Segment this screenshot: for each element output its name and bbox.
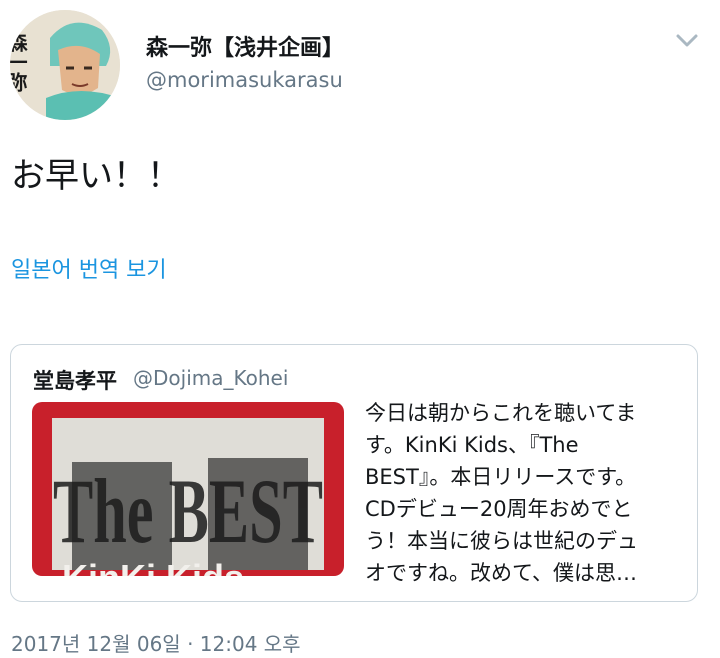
- quote-media-image[interactable]: The BEST KinKi Kids: [32, 402, 344, 576]
- quote-text-line: う！本当に彼らは世紀のデュ: [365, 529, 638, 553]
- author-display-name[interactable]: 森一弥【浅井企画】: [146, 30, 344, 62]
- avatar-calligraphy: 森一弥: [10, 31, 28, 92]
- album-cover-photo: The BEST KinKi Kids: [32, 402, 344, 576]
- quote-text-line: オですね。改めて、僕は思…: [365, 561, 637, 585]
- quote-text: 今日は朝からこれを聴いてま す。KinKi Kids、『The BEST』。本日…: [365, 397, 683, 589]
- quote-author-handle: @Dojima_Kohei: [133, 366, 289, 390]
- quoted-tweet[interactable]: 堂島孝平 @Dojima_Kohei The BEST KinKi Kids 今…: [10, 344, 698, 602]
- quote-author-name: 堂島孝平: [33, 369, 117, 393]
- avatar[interactable]: 森一弥: [10, 10, 120, 120]
- translate-link[interactable]: 일본어 번역 보기: [11, 252, 167, 284]
- album-title-text: The BEST: [53, 460, 323, 562]
- tweet-timestamp[interactable]: 2017년 12월 06일 · 12:04 오후: [11, 628, 301, 657]
- album-subtitle-text: KinKi Kids: [62, 557, 244, 576]
- quote-text-line: BEST』。本日リリースです。: [365, 465, 637, 489]
- quote-text-line: す。KinKi Kids、『The: [365, 433, 579, 457]
- tweet-text: お早い！！: [11, 156, 181, 196]
- author-handle[interactable]: @morimasukarasu: [146, 68, 343, 92]
- avatar-illustration: 森一弥: [10, 10, 120, 120]
- quote-text-line: 今日は朝からこれを聴いてま: [365, 401, 637, 425]
- quote-text-line: CDデビュー20周年おめでと: [365, 497, 633, 521]
- tweet-menu-button[interactable]: [672, 30, 702, 52]
- chevron-down-icon: [676, 34, 698, 47]
